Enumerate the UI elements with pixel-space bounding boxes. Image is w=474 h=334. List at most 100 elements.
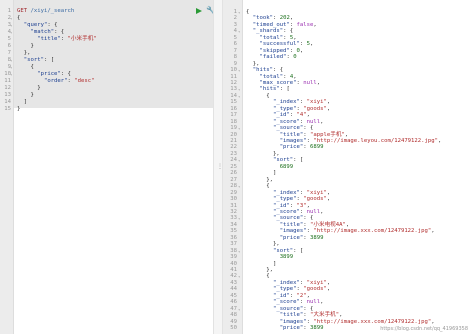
request-editor[interactable]: 1 GET /xiyi/_search 2 ▾{3 ▾ "query": {4 ▾ "ma… xyxy=(0,0,216,334)
token: : xyxy=(303,144,311,151)
request-line[interactable]: 13 } xyxy=(0,92,213,99)
token: "_source" xyxy=(272,215,304,222)
token: : xyxy=(299,41,307,48)
token: "total" xyxy=(259,73,284,80)
token: "_index" xyxy=(272,99,300,106)
watermark: https://blog.csdn.net/qq_41969358 xyxy=(380,326,468,332)
line-number: 5 xyxy=(7,36,11,42)
token: : { xyxy=(303,305,314,312)
request-line[interactable]: 2 ▾{ xyxy=(0,15,213,22)
fold-toggle-icon[interactable]: ▾ xyxy=(10,64,12,71)
token: : xyxy=(299,99,307,106)
line-number: 6 xyxy=(7,43,11,49)
token: : xyxy=(303,312,311,319)
token: ] xyxy=(17,99,28,105)
request-line[interactable]: 10 ▾ "price": { xyxy=(0,71,213,78)
token: , xyxy=(345,221,350,228)
request-line[interactable]: 6 } xyxy=(0,43,213,50)
request-line[interactable]: 9 ▾ { xyxy=(0,64,213,71)
fold-toggle-icon[interactable]: ▾ xyxy=(10,57,12,64)
token: }, xyxy=(246,241,280,248)
token: "_shards" xyxy=(252,28,284,35)
pane-resize-handle[interactable]: ⋮ xyxy=(213,0,223,334)
token: : { xyxy=(272,67,284,74)
request-line[interactable]: 3 ▾ "query": { xyxy=(0,22,213,29)
token: ] xyxy=(246,170,277,177)
token: "failed" xyxy=(259,54,287,61)
code-text: "title": "小米手机" xyxy=(17,36,96,43)
token: , xyxy=(306,202,311,209)
fold-toggle-icon[interactable]: ▾ xyxy=(10,71,12,78)
request-line[interactable]: 14 ] xyxy=(0,99,213,106)
line-number: 14 xyxy=(4,99,11,105)
token: "match" xyxy=(30,29,55,35)
token: 202 xyxy=(279,15,290,22)
token: : xyxy=(60,36,68,42)
token: "title" xyxy=(37,36,61,42)
token: }, xyxy=(246,267,273,273)
line-number: 7 xyxy=(7,50,11,56)
line-number: 13 xyxy=(4,92,11,98)
token: "_source" xyxy=(272,305,304,312)
token: "title" xyxy=(279,131,304,138)
request-line[interactable]: 4 ▾ "match": { xyxy=(0,29,213,36)
token: "hits" xyxy=(252,67,273,74)
token: "_id" xyxy=(272,202,290,209)
token: : xyxy=(299,299,307,306)
request-line[interactable]: 7 }, xyxy=(0,50,213,57)
token: , xyxy=(313,21,317,28)
token: , xyxy=(306,112,311,119)
token: "price" xyxy=(37,71,61,77)
token: }, xyxy=(246,150,280,157)
fold-toggle-icon[interactable]: ▾ xyxy=(10,15,12,22)
token: "http://image.xxx.com/12479122.jpg" xyxy=(313,318,432,325)
token: 0 xyxy=(293,54,297,61)
fold-toggle-icon[interactable]: ▾ xyxy=(10,29,12,36)
token: "skipped" xyxy=(259,47,290,54)
token: : { xyxy=(283,28,294,35)
request-line[interactable]: 5 "title": "小米手机" xyxy=(0,36,213,43)
code-text: "price": { xyxy=(17,71,71,78)
code-text: } xyxy=(17,43,33,50)
response-viewer[interactable]: 1 ▾{2 "took": 202, 3 "timed_out": false, 4 ▾… xyxy=(223,0,474,334)
token: "_source" xyxy=(272,125,304,132)
token: 3899 xyxy=(310,325,324,332)
request-line[interactable]: 12 } xyxy=(0,85,213,92)
token: } xyxy=(17,92,34,98)
token: : xyxy=(299,279,307,286)
token: "images" xyxy=(279,228,307,235)
fold-toggle-icon[interactable]: ▾ xyxy=(10,22,12,29)
token: "query" xyxy=(23,22,48,28)
token: "goods" xyxy=(303,286,327,293)
token: : { xyxy=(303,125,314,132)
code-text: } xyxy=(17,85,40,92)
request-line[interactable]: 11 "order": "desc" xyxy=(0,78,213,85)
request-line[interactable]: 1 GET /xiyi/_search xyxy=(0,8,213,15)
token: "xiyi" xyxy=(306,189,327,196)
token: "_score" xyxy=(272,299,300,306)
play-triangle-icon[interactable] xyxy=(196,8,202,14)
request-line[interactable]: 15} xyxy=(0,106,213,113)
token: "xiyi" xyxy=(306,99,327,106)
token: "max_score" xyxy=(259,79,297,86)
token: "price" xyxy=(279,234,304,241)
request-line[interactable]: 8 ▾ "sort": [ xyxy=(0,57,213,64)
token: "title" xyxy=(279,221,304,228)
